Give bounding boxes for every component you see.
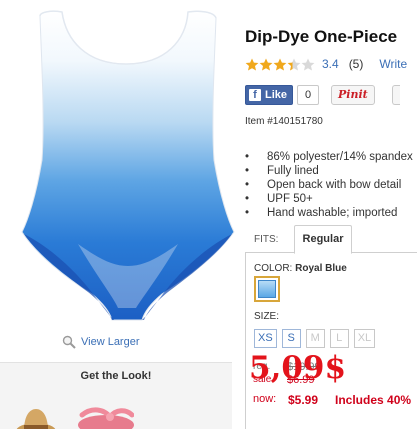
feature-item: UPF 50+ [245,192,413,206]
color-label-text: COLOR: [254,263,293,274]
fits-label: FITS: [254,234,279,245]
pinterest-pin-button[interactable]: Pinit [331,85,375,105]
feature-item: 86% polyester/14% spandex [245,150,413,164]
size-label: SIZE: [254,311,280,322]
rating-value[interactable]: 3.4 [322,57,339,71]
promo-text: Includes 40% [335,393,412,407]
sandal-thumbnail[interactable] [74,403,134,429]
product-title: Dip-Dye One-Piece [245,27,398,46]
star-icon [245,58,259,70]
view-larger-link[interactable]: View Larger [62,335,140,349]
extra-share-button[interactable] [391,85,400,105]
review-count: (5) [348,57,364,71]
star-icon [273,58,287,70]
social-buttons: f Like 0 Pinit [245,85,400,105]
overlay-price-annotation: 5,09$ [249,350,347,386]
star-icon [287,58,301,70]
magnifier-icon [62,335,76,349]
size-m-button: M [305,329,325,348]
facebook-f-icon: f [249,89,261,101]
sun-hat-thumbnail[interactable] [16,403,56,429]
view-larger-label: View Larger [81,336,140,348]
get-the-look-panel: Get the Look! [0,362,232,429]
rating-row: 3.4 (5) Write [245,57,407,71]
fit-tabs: FITS: Regular [245,225,417,254]
color-label: COLOR: Royal Blue [254,263,347,274]
feature-item: Hand washable; imported [245,206,413,220]
write-review-link[interactable]: Write [379,57,407,71]
feature-item: Fully lined [245,164,413,178]
size-s-button[interactable]: S [281,329,301,348]
item-number: Item #140151780 [245,116,323,127]
star-icon [301,58,315,70]
size-xl-button: XL [353,329,376,348]
star-icon [259,58,273,70]
now-price: $5.99 [288,393,319,407]
get-the-look-title: Get the Look! [80,370,152,382]
facebook-like-label: Like [265,89,288,101]
facebook-like-count: 0 [297,85,320,105]
product-image[interactable] [18,8,238,326]
feature-item: Open back with bow detail [245,178,413,192]
swatch-fill [258,280,276,298]
size-selector: XS S M L XL [254,329,376,348]
now-price-label: now: [253,393,277,405]
tab-regular[interactable]: Regular [294,225,352,254]
facebook-like-button[interactable]: f Like [245,85,294,105]
size-l-button: L [329,329,349,348]
size-xs-button[interactable]: XS [254,329,277,348]
feature-list: 86% polyester/14% spandex Fully lined Op… [245,150,413,220]
color-value: Royal Blue [295,263,347,274]
star-rating[interactable] [245,58,315,71]
color-swatch-royal-blue[interactable] [254,276,280,302]
